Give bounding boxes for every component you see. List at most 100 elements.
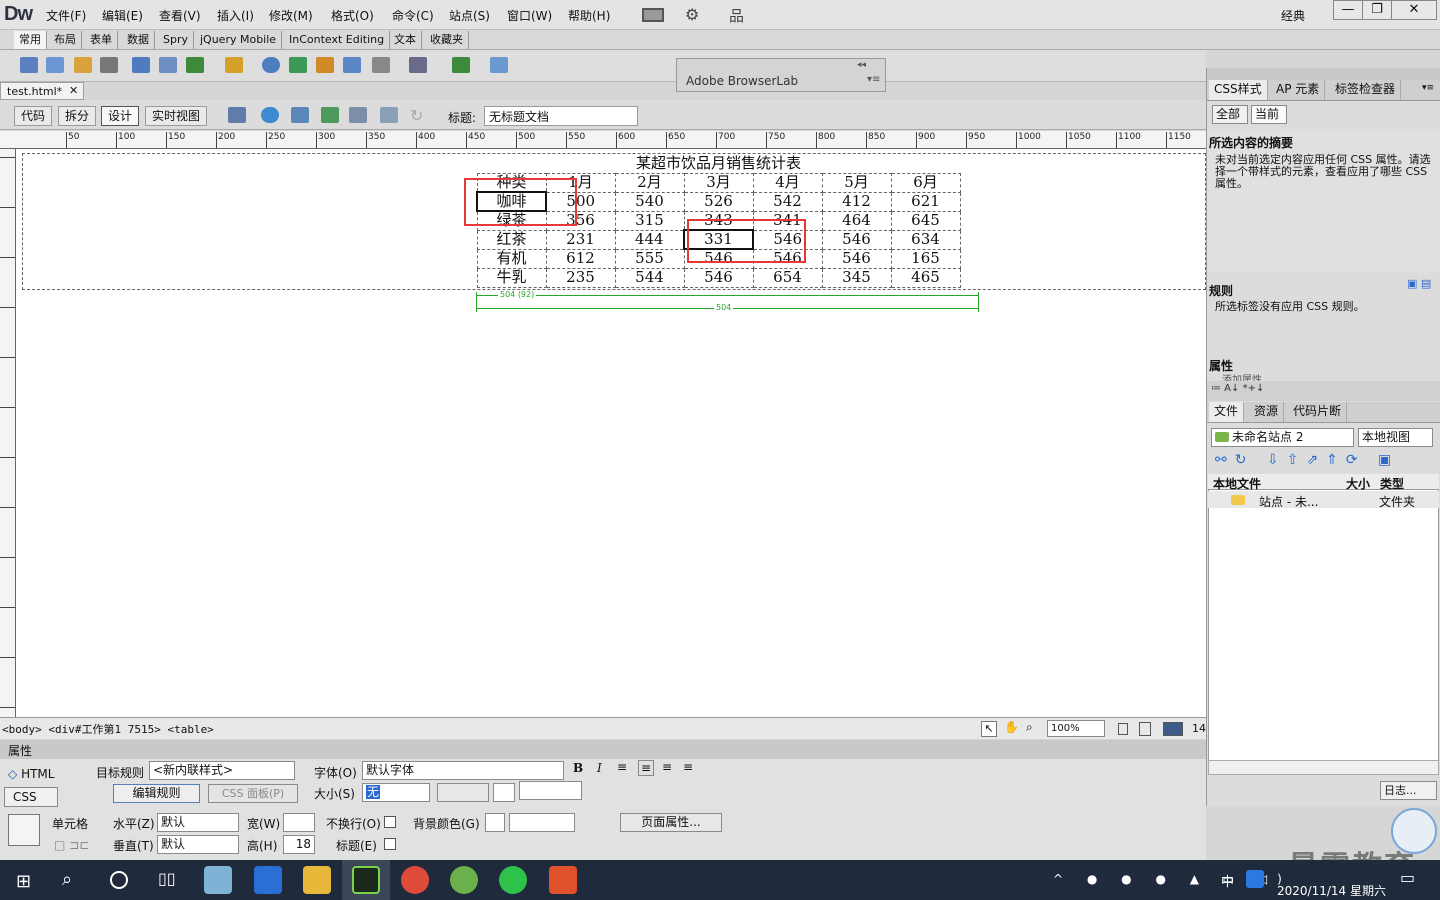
menu-command[interactable]: 命令(C) bbox=[392, 7, 434, 24]
text-color-swatch[interactable] bbox=[493, 783, 515, 802]
align-left-icon[interactable]: ≡ bbox=[617, 760, 627, 774]
table-cell[interactable]: 544 bbox=[614, 267, 685, 288]
bold-button[interactable]: B bbox=[573, 761, 583, 775]
tab-data[interactable]: 数据 bbox=[122, 31, 155, 49]
table-icon[interactable] bbox=[132, 57, 150, 73]
server-include-icon[interactable] bbox=[316, 57, 334, 73]
hr-icon[interactable] bbox=[100, 57, 118, 73]
size-unit-select[interactable] bbox=[437, 783, 489, 802]
menu-insert[interactable]: 插入(I) bbox=[217, 7, 254, 24]
tab-forms[interactable]: 表单 bbox=[85, 31, 118, 49]
multiscreen-icon[interactable] bbox=[228, 107, 246, 123]
select-tool-icon[interactable]: ↖ bbox=[981, 721, 997, 737]
notification-icon[interactable]: ▭ bbox=[1400, 868, 1415, 887]
wps-icon[interactable] bbox=[254, 866, 282, 894]
watermelon-app-icon[interactable] bbox=[450, 866, 478, 894]
bg-color-input[interactable] bbox=[509, 813, 575, 832]
head-icon[interactable] bbox=[372, 57, 390, 73]
tab-assets[interactable]: 资源 bbox=[1249, 402, 1285, 422]
table-cell[interactable]: 315 bbox=[614, 210, 685, 231]
tab-favorites[interactable]: 收藏夹 bbox=[425, 31, 469, 49]
windows-start-icon[interactable]: ⊞ bbox=[16, 871, 31, 892]
restore-button[interactable]: ❐ bbox=[1362, 0, 1392, 20]
site-icon[interactable]: 品 bbox=[729, 5, 744, 26]
italic-button[interactable]: I bbox=[597, 761, 602, 775]
size-select[interactable]: 无 bbox=[362, 783, 430, 802]
menu-file[interactable]: 文件(F) bbox=[46, 7, 86, 24]
tab-tag-inspector[interactable]: 标签检查器 bbox=[1330, 80, 1402, 100]
tag-selector[interactable]: <body> <div#工作第1 7515> <table> bbox=[2, 721, 214, 737]
align-center-icon[interactable]: ≡ bbox=[638, 760, 655, 776]
nowrap-checkbox[interactable] bbox=[384, 816, 396, 828]
table-cell[interactable]: 464 bbox=[821, 210, 892, 231]
tab-incontext[interactable]: InContext Editing bbox=[284, 31, 391, 49]
hyperlink-icon[interactable] bbox=[20, 57, 38, 73]
tab-layout[interactable]: 布局 bbox=[49, 31, 82, 49]
rules-view-icons[interactable]: ▣ ▤ bbox=[1407, 277, 1431, 290]
target-rule-select[interactable]: <新内联样式> bbox=[149, 761, 295, 780]
email-link-icon[interactable] bbox=[46, 57, 64, 73]
table-cell[interactable]: 546 bbox=[821, 229, 892, 250]
div-icon[interactable] bbox=[159, 57, 177, 73]
wechat-icon[interactable] bbox=[499, 866, 527, 894]
refresh-icon[interactable]: ↻ bbox=[410, 106, 423, 125]
table-cell[interactable]: 540 bbox=[614, 191, 685, 212]
tab-files[interactable]: 文件 bbox=[1209, 402, 1245, 422]
hbuilder-icon[interactable] bbox=[549, 866, 577, 894]
horizontal-scrollbar[interactable] bbox=[1208, 760, 1439, 775]
table-cell[interactable]: 红茶 bbox=[476, 229, 547, 250]
table-cell[interactable]: 444 bbox=[614, 229, 685, 250]
task-view-icon[interactable]: ▯▯ bbox=[158, 869, 176, 888]
menu-format[interactable]: 格式(O) bbox=[331, 7, 374, 24]
w3c-validate-icon[interactable] bbox=[321, 107, 339, 123]
html-mode-button[interactable]: ◇ HTML bbox=[8, 767, 54, 781]
col-size[interactable]: 大小 bbox=[1346, 475, 1370, 492]
add-property-link[interactable]: 添加属性 bbox=[1222, 371, 1262, 381]
file-explorer-icon[interactable] bbox=[303, 866, 331, 894]
height-input[interactable]: 18 bbox=[283, 835, 315, 854]
table-cell[interactable]: 412 bbox=[821, 191, 892, 212]
mode-current-button[interactable]: 当前 bbox=[1251, 105, 1287, 124]
collapse-icon[interactable]: ◂◂ bbox=[857, 60, 866, 70]
table-cell[interactable]: 465 bbox=[890, 267, 961, 288]
desktop-size-icon[interactable] bbox=[1163, 722, 1183, 736]
tab-common[interactable]: 常用 bbox=[14, 31, 47, 49]
view-icons[interactable]: ≔ A↓ *+↓ bbox=[1211, 383, 1264, 394]
qq-icon[interactable] bbox=[1246, 870, 1264, 888]
tag-chooser-icon[interactable] bbox=[490, 57, 508, 73]
ime-indicator[interactable]: 中 bbox=[1221, 871, 1234, 890]
font-select[interactable]: 默认字体 bbox=[362, 761, 564, 780]
menu-view[interactable]: 查看(V) bbox=[159, 7, 201, 24]
close-button[interactable]: ✕ bbox=[1391, 0, 1437, 20]
zoom-tool-icon[interactable]: ⌕ bbox=[1026, 720, 1033, 735]
table-cell[interactable]: 345 bbox=[821, 267, 892, 288]
workspace-switcher[interactable]: 经典 bbox=[1281, 7, 1305, 24]
table-cell[interactable]: 有机 bbox=[476, 248, 547, 269]
vertical-select[interactable]: 默认 bbox=[157, 835, 239, 854]
date-icon[interactable] bbox=[289, 57, 307, 73]
menu-modify[interactable]: 修改(M) bbox=[269, 7, 313, 24]
edit-rule-button[interactable]: 编辑规则 bbox=[113, 784, 200, 803]
dreamweaver-icon[interactable] bbox=[352, 866, 380, 894]
col-type[interactable]: 类型 bbox=[1380, 475, 1404, 492]
table-cell[interactable]: 634 bbox=[890, 229, 961, 250]
files-list[interactable] bbox=[1208, 474, 1439, 764]
phone-size-icon[interactable] bbox=[1118, 723, 1128, 735]
table-cell[interactable]: 546 bbox=[821, 248, 892, 269]
browser-check-icon[interactable] bbox=[380, 107, 398, 123]
table-cell[interactable]: 5月 bbox=[821, 172, 892, 193]
align-right-icon[interactable]: ≡ bbox=[662, 760, 672, 774]
script-icon[interactable] bbox=[409, 57, 427, 73]
table-cell[interactable]: 645 bbox=[890, 210, 961, 231]
close-tab-icon[interactable]: ✕ bbox=[69, 84, 78, 97]
table-cell[interactable]: 6月 bbox=[890, 172, 961, 193]
site-select[interactable]: 未命名站点 2 bbox=[1211, 428, 1354, 447]
view-select[interactable]: 本地视图 bbox=[1358, 428, 1433, 447]
cortana-icon[interactable] bbox=[110, 871, 128, 889]
code-view-button[interactable]: 代码 bbox=[14, 106, 53, 126]
comment-icon[interactable] bbox=[343, 57, 361, 73]
table-cell[interactable]: 612 bbox=[545, 248, 616, 269]
bg-color-swatch[interactable] bbox=[485, 813, 505, 832]
table-cell[interactable]: 546 bbox=[683, 267, 754, 288]
chrome-icon[interactable] bbox=[401, 866, 429, 894]
